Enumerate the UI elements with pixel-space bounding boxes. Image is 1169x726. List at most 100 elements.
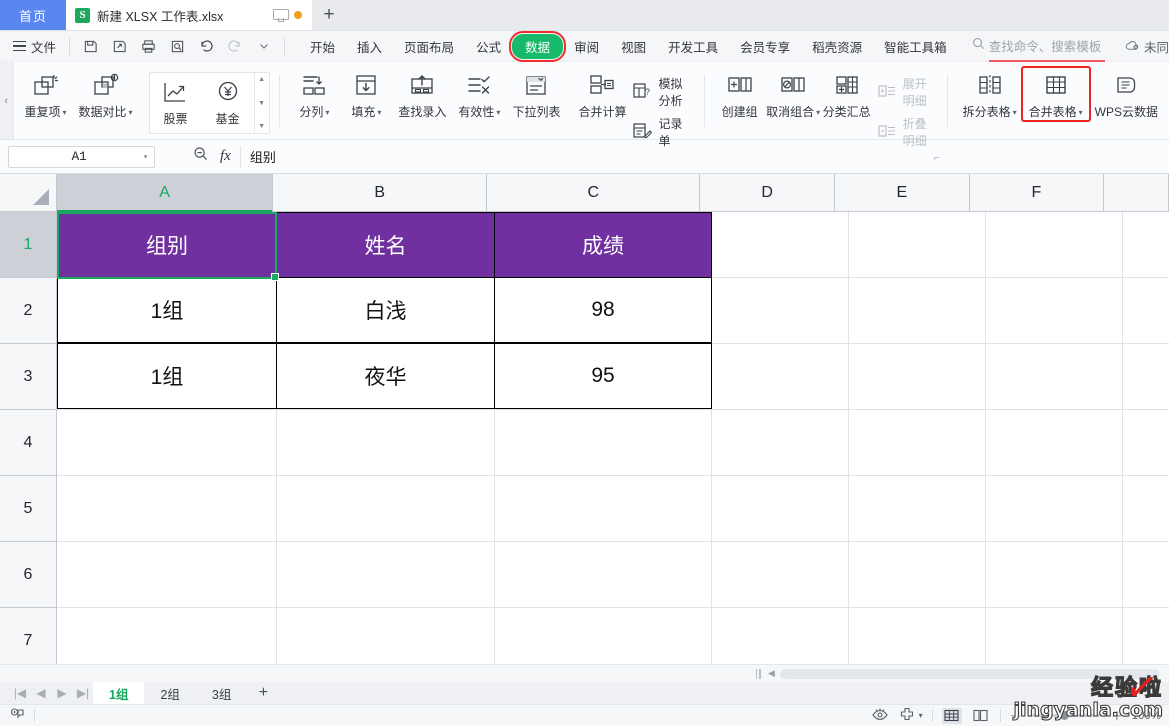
ribbon-tab-view[interactable]: 视图: [610, 34, 657, 59]
row-header-4[interactable]: 4: [0, 410, 56, 476]
monitor-icon[interactable]: [273, 9, 289, 22]
cell-A1[interactable]: 组别: [57, 212, 277, 278]
zoom-slider-handle[interactable]: [1060, 711, 1070, 720]
cell-C1[interactable]: 成绩: [494, 212, 712, 278]
eye-icon[interactable]: [871, 707, 889, 724]
gallery-scroll-up-icon[interactable]: ▲: [258, 76, 265, 83]
sheet-tab-2[interactable]: 2组: [144, 682, 195, 704]
document-tab[interactable]: S 新建 XLSX 工作表.xlsx: [66, 0, 312, 30]
horizontal-scrollbar[interactable]: ◀: [0, 664, 1169, 682]
row-header-3[interactable]: 3: [0, 344, 56, 410]
undo-icon[interactable]: [193, 35, 219, 57]
lookup-entry-button[interactable]: 查找录入: [392, 68, 452, 119]
row-header-2[interactable]: 2: [0, 278, 56, 344]
ribbon-tab-start[interactable]: 开始: [299, 34, 346, 59]
gallery-expand-icon[interactable]: ▼: [258, 123, 265, 130]
text-to-columns-button[interactable]: 分列 ▾: [288, 68, 340, 120]
sync-status[interactable]: 未同: [1125, 37, 1169, 56]
column-header-g[interactable]: [1104, 174, 1169, 211]
split-table-button[interactable]: 拆分表格 ▾: [957, 68, 1023, 120]
record-form-button[interactable]: 记录单: [628, 114, 694, 150]
gallery-scroll-spinner[interactable]: ▲ ▼ ▼: [253, 73, 269, 133]
save-icon[interactable]: [77, 35, 103, 57]
cell-B2[interactable]: 白浅: [276, 277, 495, 343]
ribbon-tab-smart-toolbox[interactable]: 智能工具箱: [873, 34, 958, 59]
duplicate-items-button[interactable]: 重复项 ▾: [19, 68, 73, 120]
zoom-out-icon[interactable]: [193, 146, 209, 167]
search-box[interactable]: 查找命令、搜索模板: [972, 36, 1106, 62]
cell-B1[interactable]: 姓名: [276, 212, 495, 278]
menu-hamburger-icon[interactable]: [13, 40, 26, 52]
page-layout-icon[interactable]: [971, 708, 991, 724]
ribbon-tab-member[interactable]: 会员专享: [729, 34, 801, 59]
formula-input[interactable]: 组别: [239, 145, 1169, 168]
column-header-d[interactable]: D: [700, 174, 835, 211]
wps-cloud-data-button[interactable]: WPS云数据: [1089, 68, 1164, 119]
print-preview-icon[interactable]: [164, 35, 190, 57]
ribbon-collapse-icon[interactable]: ‹: [0, 62, 14, 139]
new-tab-button[interactable]: +: [312, 0, 346, 30]
ribbon-tab-resources[interactable]: 稻壳资源: [801, 34, 873, 59]
fund-button[interactable]: 基金: [202, 73, 254, 133]
move-icon[interactable]: [898, 707, 916, 724]
ribbon-tab-dev-tools[interactable]: 开发工具: [657, 34, 729, 59]
sheet-next-icon[interactable]: ▶: [52, 686, 72, 700]
sheet-prev-icon[interactable]: ◀: [31, 686, 51, 700]
cell-C2[interactable]: 98: [494, 277, 712, 343]
group-button[interactable]: 创建组: [714, 68, 766, 119]
column-header-f[interactable]: F: [970, 174, 1105, 211]
column-header-a[interactable]: A: [57, 174, 274, 212]
row-header-5[interactable]: 5: [0, 476, 56, 542]
file-menu-button[interactable]: 文件: [31, 37, 56, 56]
select-all-corner[interactable]: [0, 174, 57, 212]
cell-A3[interactable]: 1组: [57, 343, 277, 409]
cell-B3[interactable]: 夜华: [276, 343, 495, 409]
insert-function-icon[interactable]: fx: [220, 148, 231, 165]
data-compare-button[interactable]: 数据对比 ▾: [73, 68, 139, 120]
ribbon-tab-insert[interactable]: 插入: [346, 34, 393, 59]
dropdown-list-button[interactable]: 下拉列表: [506, 68, 566, 119]
print-icon[interactable]: [135, 35, 161, 57]
scroll-left-icon[interactable]: ◀: [763, 668, 780, 679]
redo-icon[interactable]: [222, 35, 248, 57]
customize-caret-icon[interactable]: [251, 35, 277, 57]
row-header-6[interactable]: 6: [0, 542, 56, 608]
ribbon-tab-data[interactable]: 数据: [509, 30, 567, 62]
consolidate-button[interactable]: 合并计算: [576, 68, 628, 119]
column-header-e[interactable]: E: [835, 174, 970, 211]
sheet-last-icon[interactable]: ▶|: [73, 686, 93, 700]
what-if-analysis-button[interactable]: ? 模拟分析: [628, 74, 694, 110]
column-header-b[interactable]: B: [273, 174, 488, 211]
fill-button[interactable]: 填充 ▾: [340, 68, 392, 120]
cell-C3[interactable]: 95: [494, 343, 712, 409]
record-macro-icon[interactable]: [10, 707, 26, 724]
save-as-icon[interactable]: [106, 35, 132, 57]
sheet-tab-3[interactable]: 3组: [196, 682, 247, 704]
data-validation-button[interactable]: 有效性 ▾: [452, 68, 506, 120]
name-box[interactable]: A1 ▾: [8, 145, 155, 168]
name-box-caret-icon[interactable]: ▾: [143, 152, 148, 162]
gallery-scroll-down-icon[interactable]: ▼: [258, 100, 265, 107]
zoom-slider[interactable]: [1030, 711, 1103, 720]
row-header-1[interactable]: 1: [0, 212, 56, 278]
sheet-first-icon[interactable]: |◀: [10, 686, 30, 700]
scrollbar-split-handle[interactable]: [753, 668, 763, 679]
merge-table-button[interactable]: 合并表格 ▾: [1020, 66, 1091, 122]
scrollbar-track[interactable]: [779, 668, 1159, 679]
ribbon-tab-formula[interactable]: 公式: [465, 34, 512, 59]
ribbon-tab-page-layout[interactable]: 页面布局: [393, 34, 465, 59]
normal-view-icon[interactable]: [941, 707, 962, 724]
cell-A2[interactable]: 1组: [57, 277, 277, 343]
stock-button[interactable]: 股票: [150, 73, 202, 133]
ribbon-tab-review[interactable]: 审阅: [563, 34, 610, 59]
sheet-tab-1[interactable]: 1组: [93, 682, 145, 704]
ungroup-button[interactable]: 取消组合 ▾: [766, 68, 821, 120]
home-tab[interactable]: 首页: [0, 0, 66, 30]
column-header-c[interactable]: C: [487, 174, 701, 211]
subtotal-button[interactable]: 分类汇总: [821, 68, 873, 119]
zoom-in-button[interactable]: ＋: [1111, 708, 1123, 724]
dialog-launcher-icon[interactable]: ⌐: [934, 153, 940, 164]
move-caret-icon[interactable]: ▾: [919, 711, 923, 720]
zoom-out-button[interactable]: －: [1010, 708, 1022, 724]
add-sheet-button[interactable]: +: [247, 682, 279, 704]
